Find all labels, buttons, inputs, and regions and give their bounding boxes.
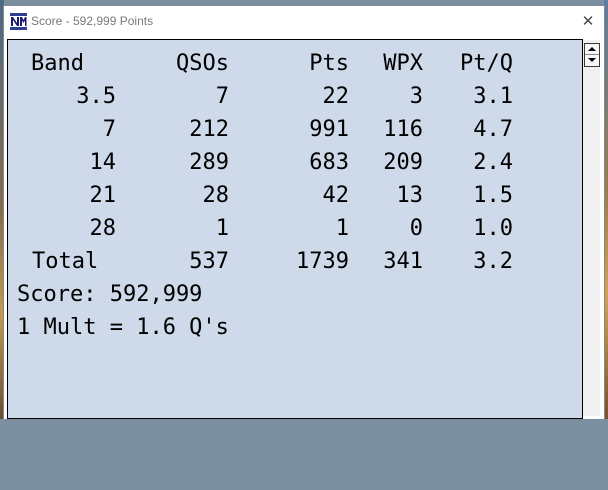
pt-per-q-value: 1.0 — [473, 216, 513, 241]
total-label: Total — [32, 249, 99, 274]
qsos-value: 289 — [189, 150, 229, 175]
band-value: 7 — [102, 117, 116, 142]
total-qsos: 537 — [189, 249, 229, 274]
total-pt-per-q: 3.2 — [473, 249, 513, 274]
desktop-background-right — [604, 0, 608, 419]
pts-value: 991 — [309, 117, 349, 142]
header-wpx: WPX — [383, 51, 423, 76]
score-window: Score - 592,999 Points ✕ Band QSOs Pts W… — [4, 6, 604, 419]
table-row: 21 28 42 13 1.5 — [8, 179, 514, 212]
close-icon: ✕ — [581, 12, 595, 30]
wpx-value: 3 — [409, 84, 423, 109]
pt-per-q-value: 1.5 — [473, 183, 513, 208]
wpx-value: 0 — [409, 216, 423, 241]
wpx-value: 116 — [383, 117, 423, 142]
header-band: Band — [31, 51, 84, 76]
n1mm-logo-icon — [10, 13, 27, 30]
mult-line: 1 Mult = 1.6 Q's — [17, 315, 229, 340]
band-value: 28 — [89, 216, 117, 241]
wpx-value: 13 — [396, 183, 424, 208]
close-button[interactable]: ✕ — [576, 9, 600, 33]
qsos-value: 7 — [215, 84, 229, 109]
table-row: 3.5 7 22 3 3.1 — [8, 80, 513, 113]
scroll-down-arrow-icon[interactable] — [588, 58, 596, 62]
scroll-spinner[interactable] — [584, 43, 600, 67]
window-title: Score - 592,999 Points — [31, 14, 154, 28]
qsos-value: 212 — [189, 117, 229, 142]
table-row: 14 289 683 209 2.4 — [8, 146, 514, 179]
pt-per-q-value: 3.1 — [473, 84, 513, 109]
pts-value: 42 — [322, 183, 350, 208]
pt-per-q-value: 4.7 — [473, 117, 513, 142]
table-row: 7 212 991 116 4.7 — [8, 113, 513, 146]
pts-value: 22 — [322, 84, 350, 109]
total-wpx: 341 — [383, 249, 423, 274]
scroll-up-arrow-icon[interactable] — [588, 47, 596, 51]
total-pts: 1739 — [296, 249, 349, 274]
score-content-area: Band QSOs Pts WPX Pt/Q 3.5 7 22 3 3.1 7 … — [7, 39, 583, 419]
pts-value: 1 — [335, 216, 349, 241]
vertical-scrollbar[interactable] — [583, 40, 600, 416]
wpx-value: 209 — [383, 150, 423, 175]
table-header-row: Band QSOs Pts WPX Pt/Q — [8, 47, 513, 80]
band-value: 3.5 — [76, 84, 116, 109]
score-line: Score: 592,999 — [17, 282, 203, 307]
table-row: 28 1 1 0 1.0 — [8, 212, 514, 245]
spinner-divider — [585, 54, 599, 55]
header-pts: Pts — [309, 51, 349, 76]
band-value: 14 — [89, 150, 117, 175]
pts-value: 683 — [309, 150, 349, 175]
pt-per-q-value: 2.4 — [473, 150, 513, 175]
header-qsos: QSOs — [176, 51, 229, 76]
table-total-row: Total 537 1739 341 3.2 — [8, 245, 513, 278]
header-pt-per-q: Pt/Q — [460, 51, 513, 76]
qsos-value: 28 — [202, 183, 230, 208]
qsos-value: 1 — [215, 216, 229, 241]
title-bar[interactable]: Score - 592,999 Points ✕ — [4, 6, 604, 37]
band-value: 21 — [89, 183, 117, 208]
